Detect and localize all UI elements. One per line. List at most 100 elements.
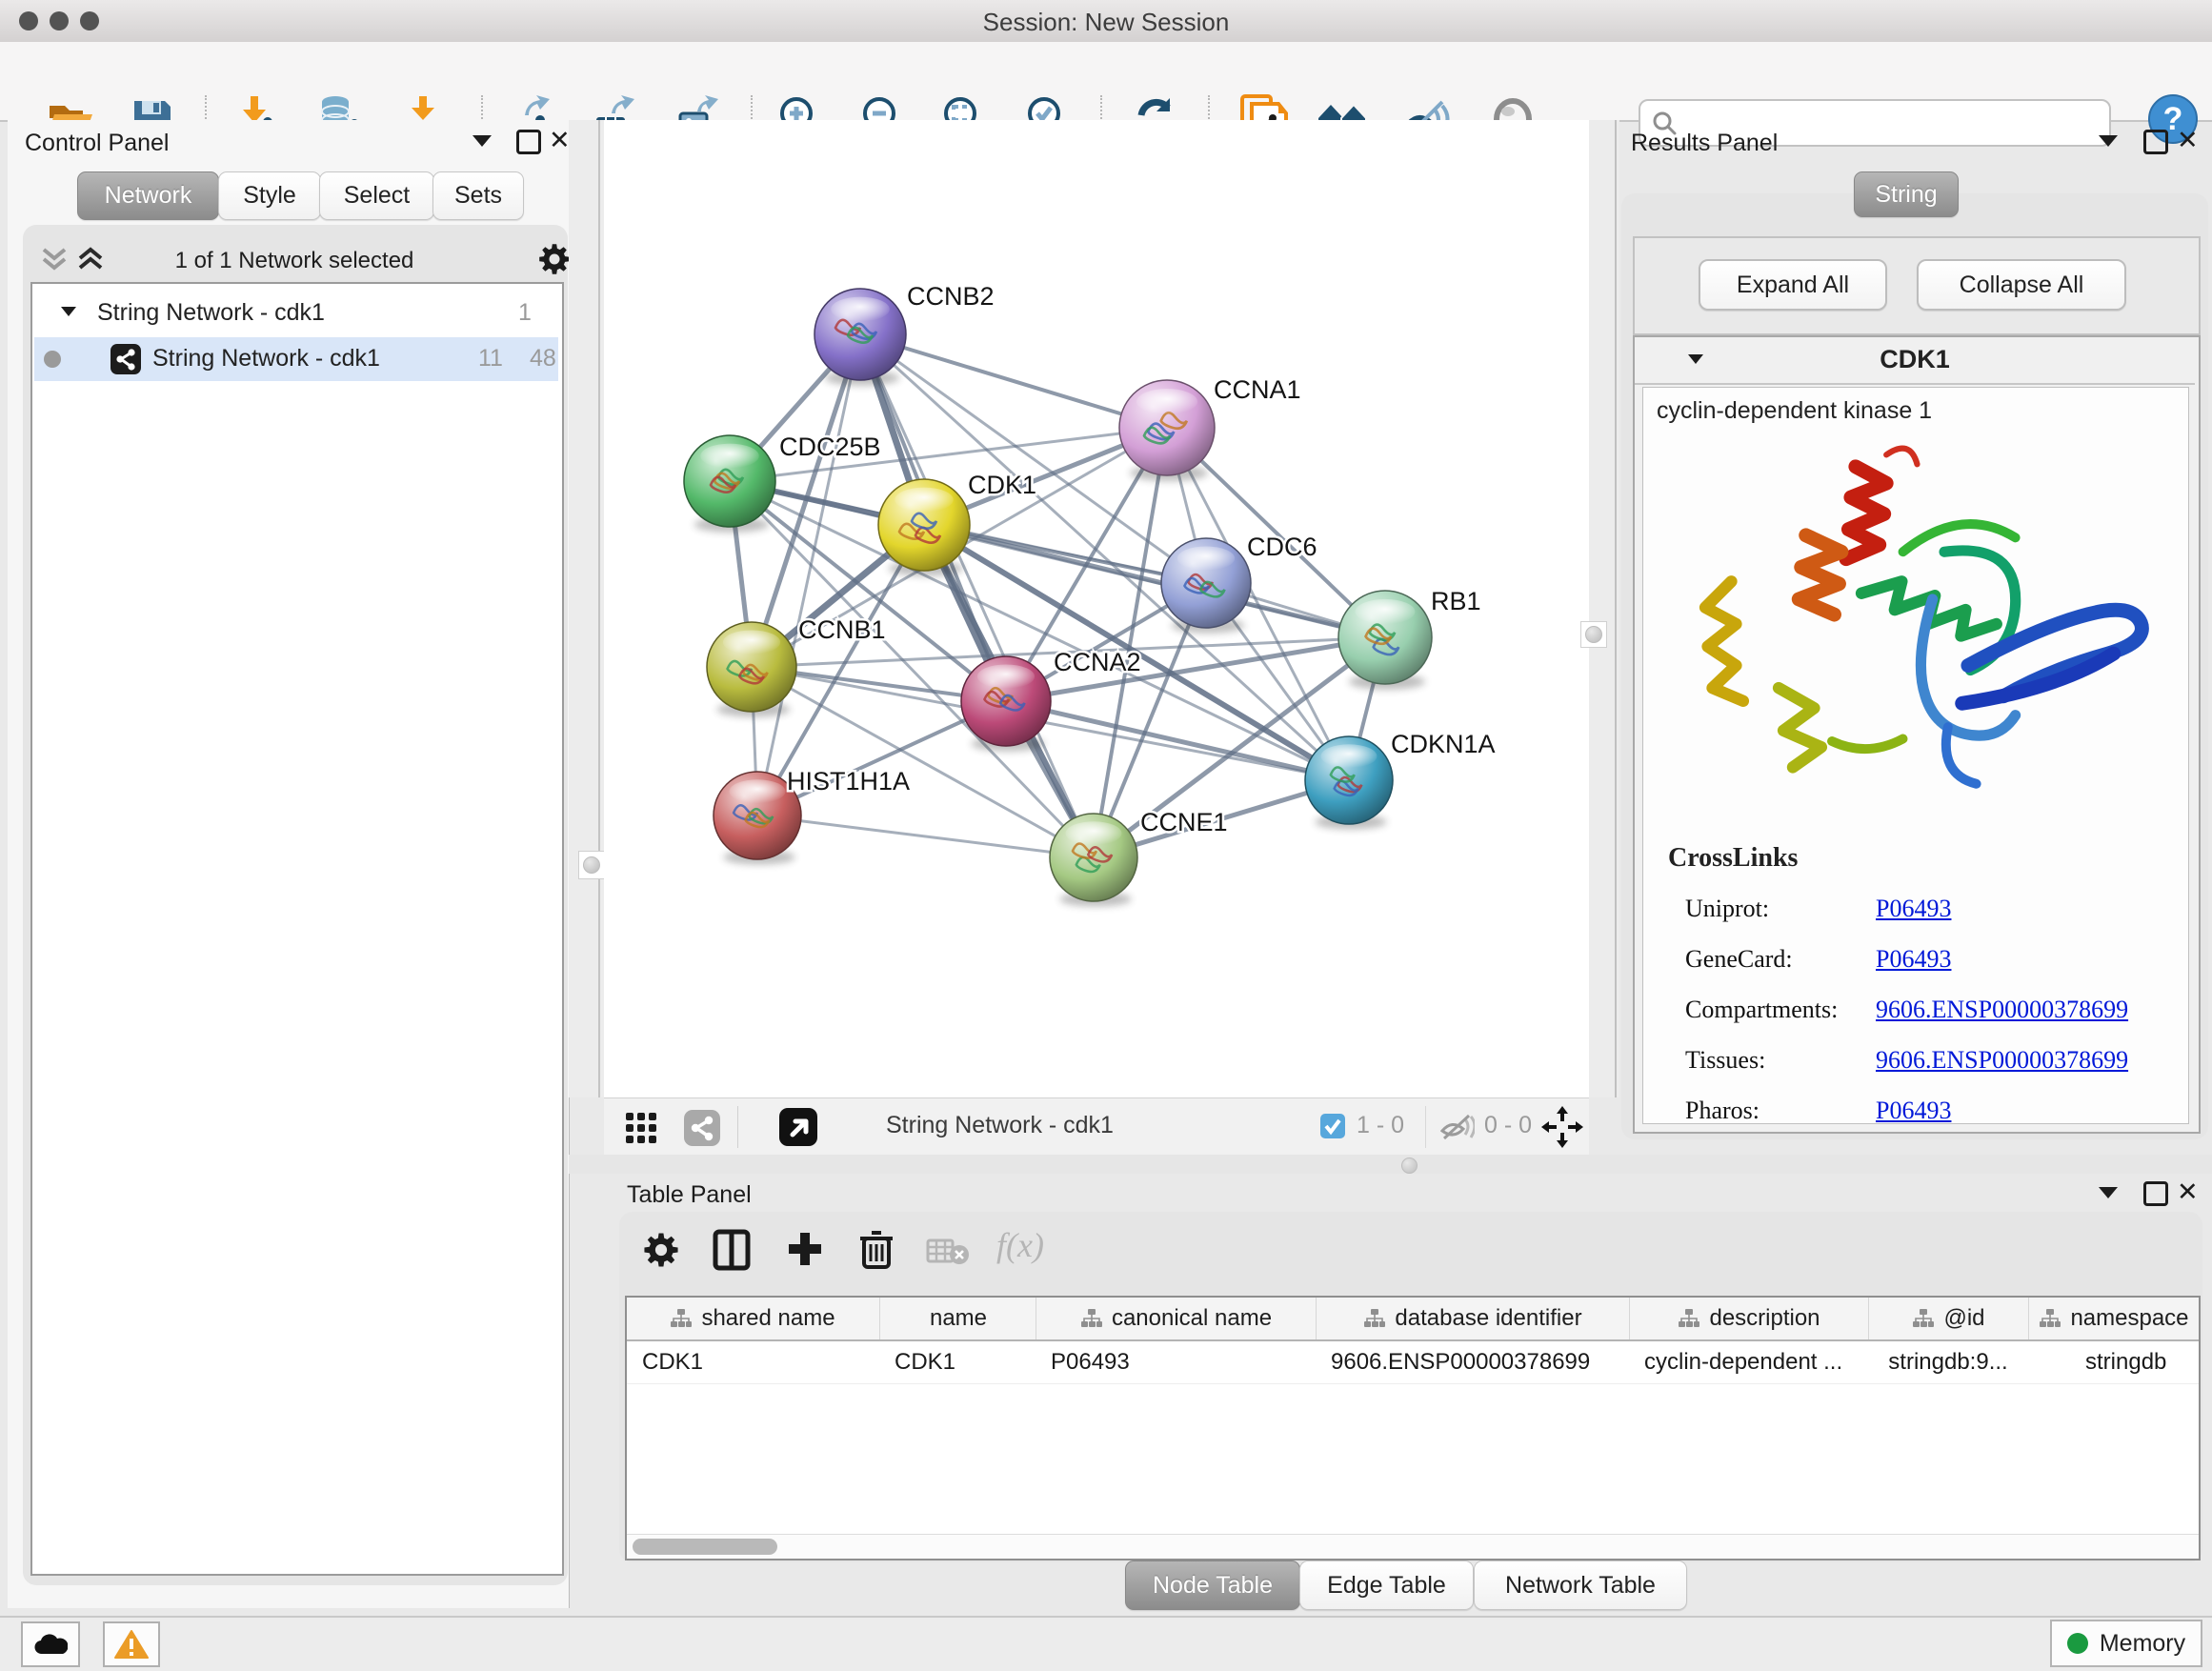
tab-node-table[interactable]: Node Table [1125, 1560, 1300, 1610]
column-header-description[interactable]: description [1629, 1298, 1869, 1339]
table-add-icon[interactable] [785, 1229, 825, 1269]
node-label: CCNA2 [1054, 648, 1141, 676]
column-header-shared-name[interactable]: shared name [627, 1298, 879, 1339]
tree-expand-caret[interactable] [61, 307, 76, 316]
collapse-all-icon[interactable] [40, 246, 69, 272]
function-builder-icon-disabled: f(x) [996, 1225, 1044, 1265]
network-collection-count: 1 [518, 299, 532, 327]
table-panel-maximize-button[interactable] [2143, 1181, 2168, 1206]
left-splitter-handle[interactable] [578, 851, 605, 879]
crosslinks-list: Uniprot:P06493GeneCard:P06493Compartment… [1685, 883, 2171, 1136]
table-gear-icon[interactable] [642, 1231, 680, 1269]
table-delete-icon[interactable] [857, 1227, 895, 1271]
horizontal-splitter[interactable] [569, 1155, 2212, 1174]
network-options-gear-icon[interactable] [537, 242, 572, 276]
left-splitter[interactable] [569, 120, 604, 1097]
network-edge[interactable] [757, 815, 1094, 857]
table-cell[interactable]: 9606.ENSP00000378699 [1316, 1341, 1644, 1383]
tab-style[interactable]: Style [218, 171, 321, 220]
network-tree-selected-row[interactable]: String Network - cdk1 11 48 [34, 337, 558, 381]
crosslink-label: GeneCard: [1685, 945, 1876, 974]
cloud-status-button[interactable] [21, 1621, 80, 1667]
fit-content-crosshair-icon[interactable] [1541, 1106, 1583, 1148]
tab-select[interactable]: Select [319, 171, 434, 220]
expand-all-icon[interactable] [76, 246, 105, 272]
table-cell[interactable]: stringdb [2028, 1341, 2201, 1383]
column-header-canonical-name[interactable]: canonical name [1036, 1298, 1317, 1339]
table-cell[interactable]: stringdb:9... [1868, 1341, 2028, 1383]
table-cell[interactable]: P06493 [1036, 1341, 1331, 1383]
crosslink-row: Tissues:9606.ENSP00000378699 [1685, 1035, 2171, 1085]
grid-view-icon[interactable] [625, 1112, 657, 1144]
results-panel-close-button[interactable]: ✕ [2177, 128, 2199, 153]
network-node[interactable]: CDC6 [1161, 533, 1317, 634]
collapse-all-button[interactable]: Collapse All [1917, 259, 2126, 311]
expand-all-button[interactable]: Expand All [1699, 259, 1887, 311]
table-panel-close-button[interactable]: ✕ [2177, 1179, 2199, 1205]
node-label: CDKN1A [1391, 730, 1496, 758]
node-details-box: cyclin-dependent kinase 1 [1642, 387, 2189, 1124]
table-row[interactable]: CDK1CDK1P064939606.ENSP00000378699cyclin… [627, 1341, 2199, 1384]
tab-network-table[interactable]: Network Table [1474, 1560, 1687, 1610]
birds-eye-view-icon[interactable] [779, 1108, 817, 1146]
tab-network[interactable]: Network [77, 171, 219, 220]
selected-checkbox-icon[interactable] [1320, 1114, 1345, 1138]
column-header--id[interactable]: @id [1868, 1298, 2029, 1339]
network-node[interactable]: HIST1H1A [714, 767, 910, 865]
control-panel-maximize-button[interactable] [516, 130, 541, 154]
table-columns-icon[interactable] [713, 1229, 751, 1271]
hidden-eye-icon[interactable] [1440, 1114, 1475, 1140]
network-node[interactable]: CCNB2 [814, 282, 995, 386]
crosslink-value-link[interactable]: P06493 [1876, 1097, 1951, 1125]
network-node[interactable]: CDKN1A [1305, 730, 1496, 830]
network-canvas[interactable]: CCNB2CCNA1CDC25BCDK1CDC6RB1CCNB1CCNA2CDK… [604, 120, 1589, 1097]
control-panel-close-button[interactable]: ✕ [549, 128, 571, 153]
warnings-button[interactable] [103, 1621, 160, 1667]
node-label: CCNE1 [1140, 808, 1228, 836]
table-cell[interactable]: cyclin-dependent ... [1629, 1341, 1883, 1383]
horizontal-splitter-handle[interactable] [1401, 1158, 1418, 1174]
network-node[interactable]: RB1 [1338, 587, 1481, 690]
results-panel-maximize-button[interactable] [2143, 130, 2168, 154]
divider [1425, 1106, 1426, 1148]
column-tree-icon [1913, 1308, 1934, 1329]
cloud-icon [33, 1633, 68, 1656]
node-section-header[interactable]: CDK1 [1635, 337, 2195, 385]
column-header-database-identifier[interactable]: database identifier [1316, 1298, 1630, 1339]
network-node[interactable]: CDK1 [878, 471, 1036, 576]
column-tree-icon [671, 1308, 692, 1329]
selected-count-label: 1 - 0 [1357, 1112, 1404, 1139]
crosslink-value-link[interactable]: P06493 [1876, 945, 1951, 974]
memory-button[interactable]: Memory [2050, 1620, 2202, 1667]
node-label: CDK1 [968, 471, 1036, 499]
table-cell[interactable]: CDK1 [879, 1341, 1051, 1383]
right-splitter-handle[interactable] [1580, 621, 1607, 648]
network-share-icon [111, 344, 141, 374]
network-tree-parent-row[interactable]: String Network - cdk1 1 [32, 295, 558, 333]
scrollbar-thumb[interactable] [633, 1539, 777, 1555]
column-header-label: shared name [701, 1305, 835, 1332]
tab-string[interactable]: String [1854, 171, 1959, 217]
crosslink-value-link[interactable]: 9606.ENSP00000378699 [1876, 1046, 2128, 1075]
tab-edge-table[interactable]: Edge Table [1299, 1560, 1474, 1610]
crosslink-value-link[interactable]: 9606.ENSP00000378699 [1876, 996, 2128, 1024]
network-node[interactable]: CCNA1 [1119, 375, 1301, 481]
node-section-title: CDK1 [1635, 345, 2195, 374]
right-splitter[interactable] [1589, 120, 1619, 1097]
column-header-name[interactable]: name [879, 1298, 1036, 1339]
table-horizontal-scrollbar[interactable] [627, 1534, 2199, 1560]
network-view-share-icon[interactable] [684, 1110, 720, 1146]
table-panel-body: f(x) shared name namecanonical namedataba… [619, 1212, 2202, 1562]
table-cell[interactable]: CDK1 [627, 1341, 895, 1383]
network-edge[interactable] [1006, 701, 1349, 780]
node-label: HIST1H1A [787, 767, 910, 795]
tab-sets[interactable]: Sets [432, 171, 524, 220]
table-panel-float-button[interactable] [2099, 1187, 2118, 1198]
control-panel-float-button[interactable] [473, 135, 492, 147]
crosslink-value-link[interactable]: P06493 [1876, 895, 1951, 923]
protein-structure-image [1662, 433, 2167, 824]
network-node[interactable]: CDC25B [684, 433, 881, 533]
results-panel-float-button[interactable] [2099, 135, 2118, 147]
table-header-row[interactable]: shared name namecanonical namedatabase id… [627, 1298, 2199, 1341]
column-header-namespace[interactable]: namespace [2028, 1298, 2200, 1339]
